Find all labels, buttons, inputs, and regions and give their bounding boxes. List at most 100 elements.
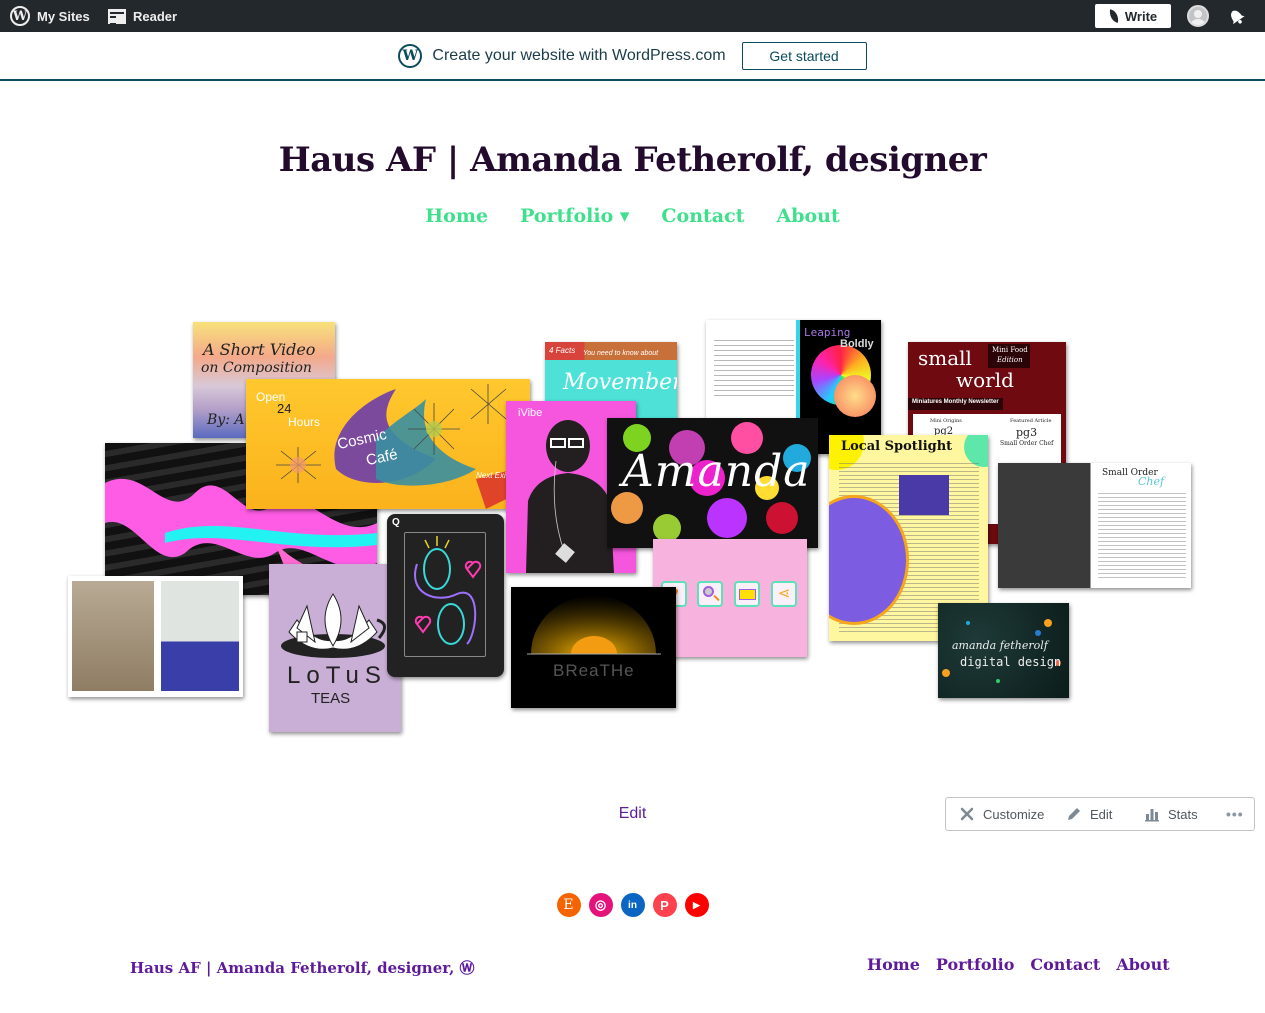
- tile-text: LoTuS: [287, 662, 387, 689]
- footer-nav-home[interactable]: Home: [867, 955, 920, 974]
- patreon-icon[interactable]: P: [652, 893, 677, 917]
- tile-vintage-photos[interactable]: [68, 576, 243, 697]
- admin-toolbar: Customize Edit Stats •••: [945, 797, 1255, 831]
- tile-text: Mini Origins: [930, 418, 962, 424]
- reader-label: Reader: [133, 8, 178, 24]
- tile-text: Miniatures Monthly Newsletter: [912, 399, 999, 405]
- tile-text: 4 Facts: [549, 346, 576, 355]
- wordpress-logo-icon: W: [398, 43, 423, 68]
- neon-face-graphic: [414, 536, 482, 645]
- write-label: Write: [1124, 8, 1158, 24]
- footer-nav: Home Portfolio Contact About: [867, 955, 1170, 974]
- my-sites-button[interactable]: W My Sites: [10, 0, 90, 32]
- more-icon: •••: [1226, 806, 1244, 822]
- tile-text: Mini Food: [992, 346, 1028, 354]
- tools-icon: [960, 807, 974, 821]
- photo-original: [72, 581, 154, 691]
- footer-nav-contact[interactable]: Contact: [1030, 955, 1100, 974]
- tile-text: By: A: [207, 412, 245, 428]
- tile-text: A Short Video: [203, 340, 316, 359]
- tile-text: Hours: [288, 415, 321, 429]
- etsy-icon[interactable]: E: [556, 893, 581, 917]
- stats-button[interactable]: Stats: [1144, 798, 1198, 830]
- avatar[interactable]: [1187, 5, 1209, 27]
- tile-text: Movember: [563, 370, 677, 395]
- article-text: [1098, 493, 1186, 578]
- footer-site-title[interactable]: Haus AF | Amanda Fetherolf, designer, Ⓦ: [130, 957, 475, 978]
- main-nav: Home Portfolio ▾ Contact About: [0, 205, 1265, 227]
- tile-amanda[interactable]: Amanda: [607, 418, 818, 548]
- boomerang-graphic: [276, 384, 530, 509]
- stats-label: Stats: [1168, 806, 1198, 822]
- footer-nav-portfolio[interactable]: Portfolio: [936, 955, 1014, 974]
- tile-text: Amanda: [622, 446, 811, 497]
- my-sites-label: My Sites: [37, 8, 90, 24]
- notifications-bell-icon[interactable]: [1226, 6, 1246, 26]
- tile-ui-icons[interactable]: ♥ ⋖: [653, 539, 807, 657]
- book-back-text: [714, 340, 794, 400]
- edit-label: Edit: [1090, 806, 1113, 822]
- tile-text: small: [918, 346, 972, 370]
- tile-queen-card[interactable]: Q: [387, 514, 504, 677]
- tile-text: Small Order Chef: [1000, 440, 1054, 447]
- tile-text: digital design: [960, 655, 1062, 669]
- mandala-graphic-2: [834, 375, 876, 417]
- youtube-glyph: ▶: [693, 899, 700, 910]
- youtube-icon[interactable]: ▶: [684, 893, 709, 917]
- pencil-icon: [1068, 808, 1080, 820]
- reader-button[interactable]: Reader: [108, 0, 177, 32]
- tile-text: pg3: [1016, 426, 1038, 439]
- customize-button[interactable]: Customize: [959, 798, 1044, 830]
- tile-text: Edition: [997, 356, 1023, 364]
- event-photo: [899, 475, 949, 515]
- tile-small-order-chef[interactable]: Small Order Chef: [998, 463, 1191, 588]
- tile-text: Chef: [1138, 475, 1165, 488]
- social-links: E ◎ in P ▶: [0, 893, 1265, 917]
- mail-icon: [734, 581, 760, 607]
- nav-portfolio[interactable]: Portfolio ▾: [520, 205, 629, 227]
- tile-breathe[interactable]: BReaTHe: [511, 587, 676, 708]
- tile-text: Local Spotlight: [841, 439, 953, 454]
- tile-cosmic-cafe[interactable]: Open 24 Hours Cosmic Café Next Exit: [246, 379, 530, 509]
- banner-text[interactable]: Create your website with WordPress.com: [432, 47, 725, 65]
- feather-icon: [1107, 9, 1120, 23]
- search-icon: [697, 581, 723, 607]
- linkedin-glyph: in: [628, 899, 637, 911]
- more-options-button[interactable]: •••: [1226, 798, 1244, 830]
- wordpress-logo-icon: W: [10, 6, 30, 26]
- tile-text: TEAS: [311, 690, 351, 707]
- linkedin-icon[interactable]: in: [620, 893, 645, 917]
- customize-label: Customize: [983, 806, 1045, 822]
- admin-bar: W My Sites Reader Write: [0, 0, 1265, 32]
- wordpress-logo-icon[interactable]: Ⓦ: [460, 959, 475, 977]
- footer-title-text: Haus AF | Amanda Fetherolf, designer,: [130, 959, 455, 977]
- share-icon: ⋖: [771, 581, 797, 607]
- tile-text: world: [956, 368, 1014, 392]
- nav-about[interactable]: About: [776, 205, 839, 227]
- tile-lotus-teas[interactable]: LoTuS TEAS: [269, 564, 401, 732]
- stats-icon: [1145, 809, 1159, 822]
- write-button[interactable]: Write: [1095, 4, 1171, 28]
- tile-text: amanda fetherolf: [952, 639, 1048, 652]
- instagram-icon[interactable]: ◎: [588, 893, 613, 917]
- tile-text: Featured Article: [1010, 418, 1052, 424]
- reader-icon: [108, 8, 126, 25]
- nav-home[interactable]: Home: [425, 205, 488, 227]
- promo-banner: W Create your website with WordPress.com…: [0, 32, 1265, 81]
- sunburst-graphic: [527, 595, 661, 655]
- tile-digital-design[interactable]: amanda fetherolf digital design: [938, 603, 1069, 698]
- portfolio-collage: A Short Video on Composition By: A Open …: [0, 300, 1265, 750]
- edit-button[interactable]: Edit: [1066, 798, 1112, 830]
- tile-text: BReaTHe: [553, 661, 635, 680]
- instagram-glyph: ◎: [594, 897, 607, 912]
- etsy-glyph: E: [563, 897, 574, 913]
- photo-colorized: [161, 581, 239, 691]
- tile-text: You need to know about: [583, 350, 659, 357]
- tile-text: on Composition: [201, 360, 312, 376]
- footer-nav-about[interactable]: About: [1116, 955, 1169, 974]
- tile-text: 24: [277, 401, 292, 416]
- site-title[interactable]: Haus AF | Amanda Fetherolf, designer: [0, 140, 1265, 180]
- nav-contact[interactable]: Contact: [661, 205, 744, 227]
- get-started-button[interactable]: Get started: [741, 41, 867, 70]
- tile-text: Next Exit: [476, 471, 509, 480]
